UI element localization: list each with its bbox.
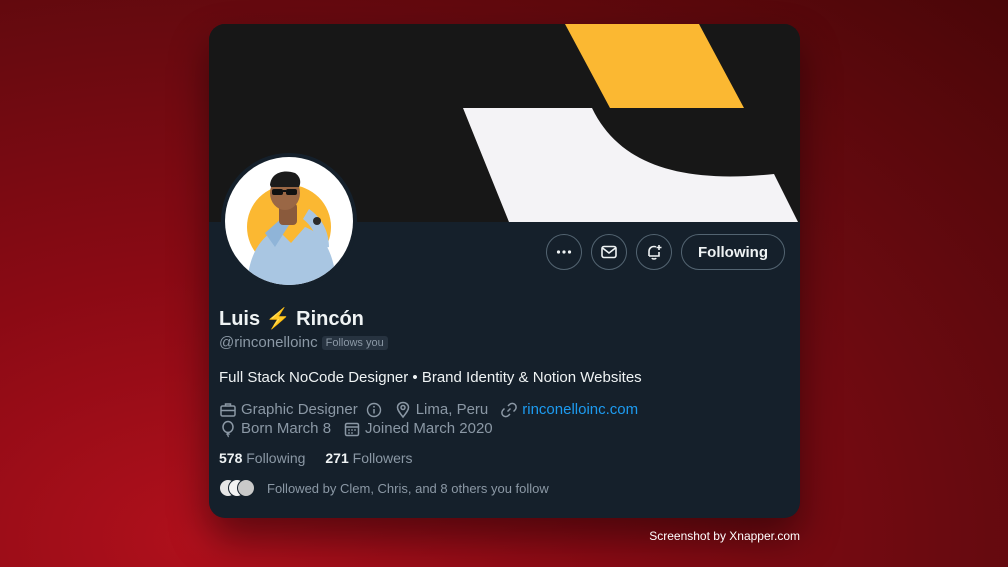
display-name: Luis ⚡ Rincón (219, 308, 364, 330)
followers-count: 271 (325, 450, 349, 466)
profile-meta: Graphic Designer Lima, Peru rinconelloin… (219, 400, 785, 438)
followers-stat[interactable]: 271 Followers (325, 450, 412, 466)
username: @rinconelloinc (219, 334, 318, 351)
profile-stats: 578 Following 271 Followers (219, 450, 785, 466)
briefcase-icon (220, 402, 236, 417)
category-item: Graphic Designer (219, 400, 382, 419)
notifications-button[interactable] (636, 234, 673, 270)
website-item[interactable]: rinconelloinc.com (500, 400, 638, 419)
mutual-avatars (219, 479, 255, 497)
birthday-label: Born March 8 (241, 420, 332, 437)
followed-by-text: Followed by Clem, Chris, and 8 others yo… (267, 480, 549, 496)
profile-actions: Following (546, 234, 785, 270)
more-icon (556, 250, 572, 254)
avatar-photo (247, 171, 337, 285)
location-item: Lima, Peru (394, 400, 489, 419)
following-count: 578 (219, 450, 243, 466)
birthday-item: Born March 8 (219, 419, 331, 438)
screenshot-credit: Screenshot by Xnapper.com (649, 529, 800, 543)
website-link[interactable]: rinconelloinc.com (522, 400, 638, 419)
balloon-icon (222, 420, 234, 437)
more-button[interactable] (546, 234, 583, 270)
bio: Full Stack NoCode Designer • Brand Ident… (219, 369, 642, 386)
calendar-icon (344, 422, 360, 436)
following-stat[interactable]: 578 Following (219, 450, 305, 466)
followers-label: Followers (352, 450, 413, 466)
joined-label: Joined March 2020 (365, 420, 493, 437)
message-button[interactable] (591, 234, 628, 270)
location-pin-icon (396, 401, 409, 418)
bell-plus-icon (648, 245, 662, 260)
info-icon[interactable] (366, 402, 382, 418)
profile-card: Following Luis ⚡ Rincón @rinconelloinc F… (209, 24, 800, 518)
follows-you-badge: Follows you (321, 335, 388, 350)
mail-icon (601, 245, 617, 259)
mutual-avatar (237, 479, 255, 497)
profile-info: Luis ⚡ Rincón @rinconelloinc Follows you… (219, 306, 785, 497)
following-label: Following (246, 450, 306, 466)
avatar[interactable] (221, 153, 357, 289)
followed-by-row[interactable]: Followed by Clem, Chris, and 8 others yo… (219, 479, 785, 497)
link-icon (501, 402, 518, 417)
joined-item: Joined March 2020 (343, 419, 493, 438)
location-label: Lima, Peru (415, 401, 489, 418)
following-button[interactable]: Following (681, 234, 785, 270)
category-label: Graphic Designer (241, 401, 358, 418)
